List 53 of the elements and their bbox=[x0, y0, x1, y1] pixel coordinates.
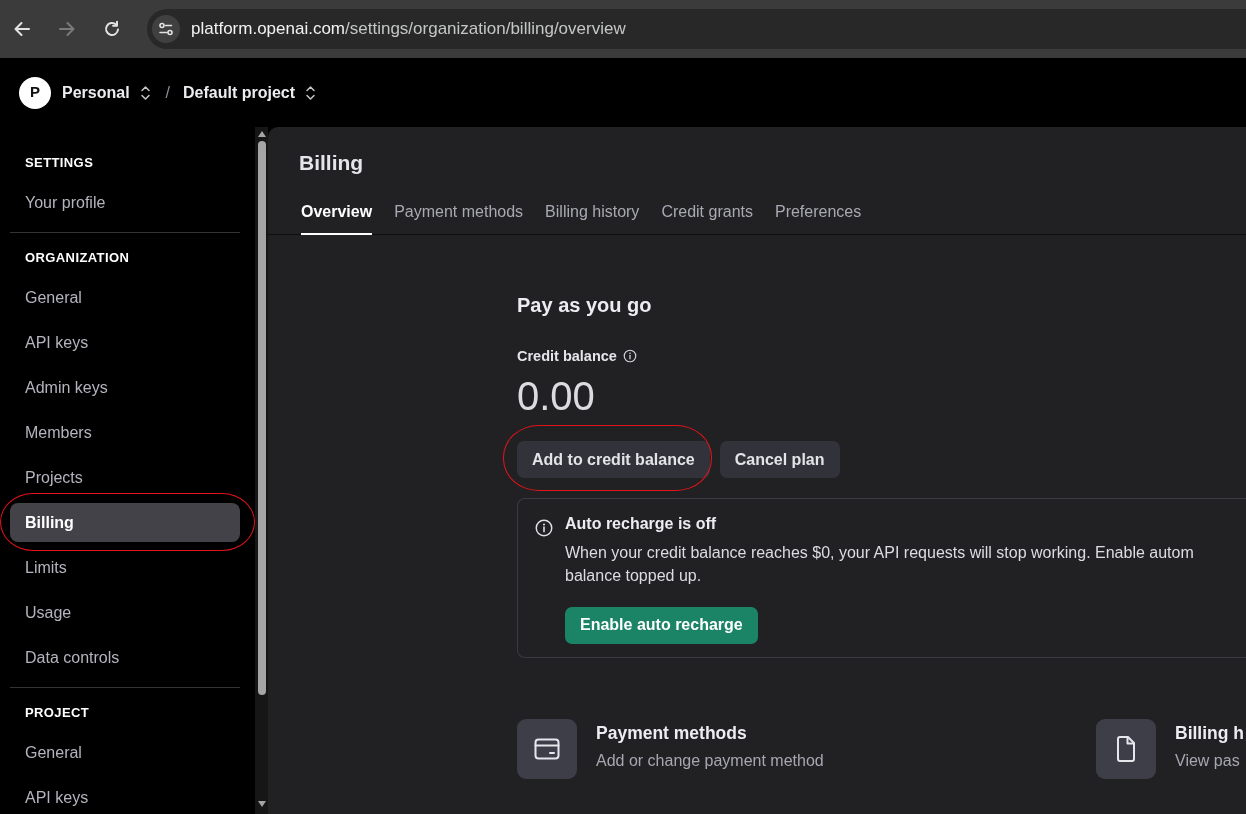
project-switcher[interactable]: Default project bbox=[183, 80, 317, 105]
scrollbar[interactable] bbox=[255, 127, 268, 814]
tab[interactable]: Payment methods bbox=[394, 200, 524, 235]
avatar-initial[interactable]: P bbox=[19, 76, 51, 109]
sidebar-item[interactable]: Members bbox=[10, 412, 240, 452]
action-button[interactable]: Add to credit balance bbox=[517, 441, 710, 478]
plan-heading: Pay as you go bbox=[517, 293, 653, 318]
notice-title: Auto recharge is off bbox=[565, 514, 717, 534]
sidebar-item[interactable]: API keys bbox=[10, 322, 240, 362]
sliders-icon[interactable] bbox=[152, 15, 180, 43]
shortcut-description: View pas bbox=[1175, 751, 1240, 771]
notice-text: When your credit balance reaches $0, your API requests will stop working. Enable autom bbox=[565, 542, 1194, 563]
url-text: platform.openai.com/settings/organization/billing/overview bbox=[191, 18, 626, 41]
sidebar-item[interactable]: Admin keys bbox=[10, 367, 240, 407]
page-title: Billing bbox=[298, 150, 365, 176]
sidebar-item[interactable]: Projects bbox=[10, 457, 240, 497]
reload-icon[interactable] bbox=[103, 20, 121, 38]
sidebar-item[interactable]: Billing bbox=[10, 502, 240, 542]
shortcut-description: Add or change payment method bbox=[596, 751, 824, 771]
sidebar-item[interactable]: API keys bbox=[10, 777, 240, 814]
shortcut-title[interactable]: Payment methods bbox=[596, 720, 747, 746]
address-bar[interactable]: platform.openai.com/settings/organization/billing/overview bbox=[147, 9, 1246, 49]
action-button[interactable]: Cancel plan bbox=[719, 441, 840, 478]
balance-amount: 0.00 bbox=[517, 374, 596, 418]
chevron-up-down-icon bbox=[305, 84, 317, 101]
tab[interactable]: Credit grants bbox=[661, 200, 753, 235]
sidebar-item[interactable]: Your profile bbox=[10, 182, 240, 222]
info-icon[interactable] bbox=[622, 349, 637, 363]
section-heading: ORGANIZATION bbox=[24, 249, 131, 267]
scroll-up-arrow-icon[interactable] bbox=[257, 131, 266, 137]
tab[interactable]: Preferences bbox=[774, 200, 862, 235]
balance-label: Credit balance bbox=[517, 347, 617, 366]
section-heading: PROJECT bbox=[24, 704, 91, 722]
credit-card-icon[interactable] bbox=[517, 718, 577, 779]
sidebar-item[interactable]: Data controls bbox=[10, 637, 240, 677]
shortcut-title[interactable]: Billing h bbox=[1175, 720, 1245, 746]
section-heading: SETTINGS bbox=[24, 154, 95, 172]
breadcrumb-separator: / bbox=[165, 82, 171, 103]
tab[interactable]: Billing history bbox=[545, 200, 640, 235]
scroll-down-arrow-icon[interactable] bbox=[257, 801, 266, 807]
back-arrow-icon[interactable] bbox=[13, 20, 31, 38]
document-icon[interactable] bbox=[1096, 718, 1156, 779]
organization-switcher[interactable]: Personal bbox=[62, 80, 151, 105]
notice-text: balance topped up. bbox=[565, 565, 702, 586]
tab[interactable]: Overview bbox=[301, 200, 373, 235]
sidebar-item[interactable]: Limits bbox=[10, 547, 240, 587]
chevron-up-down-icon bbox=[139, 84, 151, 101]
sidebar-item[interactable]: Usage bbox=[10, 592, 240, 632]
info-icon bbox=[535, 518, 553, 537]
enable-auto-recharge-button[interactable]: Enable auto recharge bbox=[565, 606, 758, 644]
sidebar-item[interactable]: General bbox=[10, 732, 240, 772]
sidebar-item[interactable]: General bbox=[10, 277, 240, 317]
scrollbar-thumb[interactable] bbox=[257, 141, 266, 695]
